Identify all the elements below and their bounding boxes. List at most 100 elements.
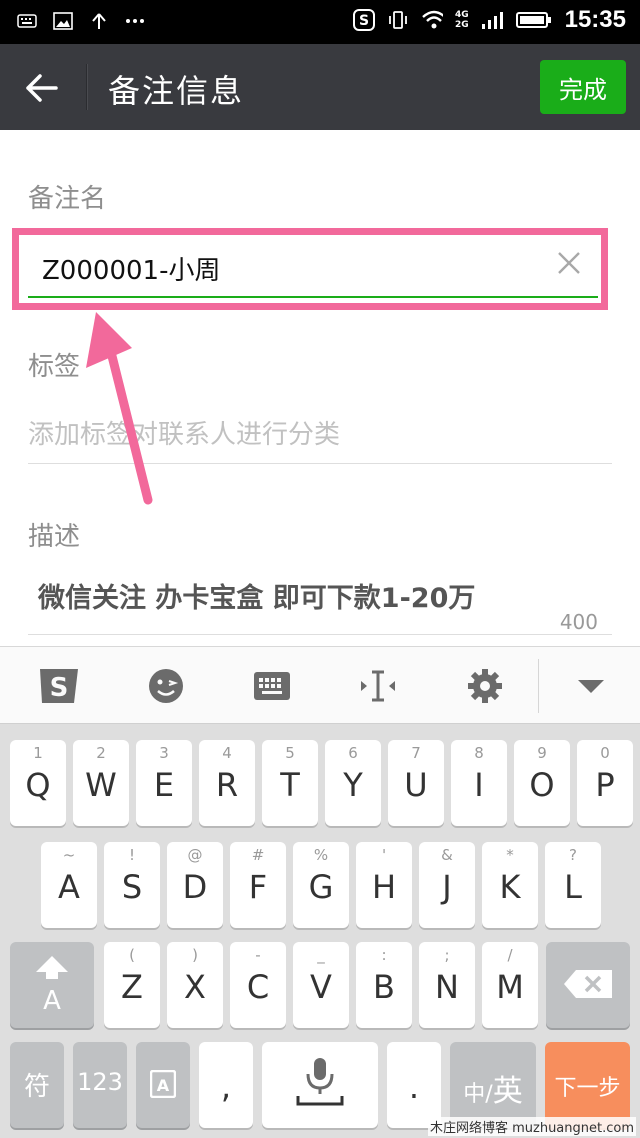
key-i[interactable]: 8I (451, 740, 507, 826)
page-title: 备注信息 (108, 72, 245, 110)
key-p[interactable]: 0P (577, 740, 633, 826)
status-time: 15:35 (564, 6, 626, 33)
key-secondary-label: * (506, 846, 514, 864)
settings-gear-icon[interactable] (460, 661, 510, 711)
key-b[interactable]: :B (356, 942, 412, 1028)
key-v[interactable]: _ V (293, 942, 349, 1028)
key-label: J (442, 868, 452, 906)
key-h[interactable]: ' H (356, 842, 412, 928)
key-secondary-label: 4 (222, 744, 232, 762)
key-secondary-label: & (441, 846, 453, 864)
key-label: W (85, 766, 117, 804)
key-label: I (474, 766, 484, 804)
key-z[interactable]: (Z (104, 942, 160, 1028)
key-label: C (246, 968, 270, 1006)
wifi-icon (421, 9, 443, 31)
key-c[interactable]: -C (230, 942, 286, 1028)
key-label: E (153, 766, 175, 804)
key-label: B (373, 968, 395, 1006)
key-label: O (529, 766, 555, 804)
cursor-icon[interactable] (353, 661, 403, 711)
collapse-down-icon[interactable] (566, 661, 616, 711)
signal-icon (481, 9, 503, 31)
key-u[interactable]: 7U (388, 740, 444, 826)
annotation-highlight-box (12, 228, 608, 310)
soft-keyboard: 1Q2W3E4R5T6Y7U8I9O0P ~ A! S @ D # F% G ' H & J * K? L … (0, 724, 640, 1138)
key-o[interactable]: 9O (514, 740, 570, 826)
shift-key[interactable]: A (10, 942, 94, 1028)
backspace-icon (564, 970, 612, 998)
key-secondary-label: 2 (96, 744, 106, 762)
key-g[interactable]: % G (293, 842, 349, 928)
backspace-key[interactable] (546, 942, 630, 1028)
shift-arrow-icon (36, 956, 68, 979)
key-secondary-label: ~ (62, 846, 76, 864)
key-secondary-label: 3 (159, 744, 169, 762)
lang-en-label: 英 (492, 1074, 523, 1109)
numbers-key[interactable]: 123 (73, 1042, 127, 1128)
key-secondary-label: _ (317, 946, 325, 964)
key-e[interactable]: 3E (136, 740, 192, 826)
key-secondary-label: # (251, 846, 265, 864)
space-voice-key[interactable] (262, 1042, 378, 1128)
key-secondary-label: 1 (33, 744, 43, 762)
handwriting-key[interactable]: A (136, 1042, 190, 1128)
key-label: N (435, 968, 459, 1006)
key-secondary-label: 6 (348, 744, 358, 762)
key-n[interactable]: ; N (419, 942, 475, 1028)
key-l[interactable]: ? L (545, 842, 601, 928)
sogou-logo-icon[interactable]: S (34, 661, 84, 711)
key-label: P (595, 766, 615, 804)
key-d[interactable]: @ D (167, 842, 223, 928)
key-q[interactable]: 1Q (10, 740, 66, 826)
key-label: H (371, 868, 397, 906)
tags-input[interactable]: 添加标签对联系人进行分类 (28, 414, 340, 451)
upload-icon (88, 10, 110, 32)
key-label: Z (121, 968, 143, 1006)
comma-key[interactable]: , (199, 1042, 253, 1128)
svg-text:S: S (359, 13, 369, 29)
key-x[interactable]: ) X (167, 942, 223, 1028)
key-s[interactable]: ! S (104, 842, 160, 928)
key-secondary-label: 8 (474, 744, 484, 762)
emoji-icon[interactable] (141, 661, 191, 711)
key-label: X (184, 968, 206, 1006)
key-secondary-label: @ (187, 846, 203, 864)
key-w[interactable]: 2W (73, 740, 129, 826)
key-label: V (310, 968, 332, 1006)
remark-name-label: 备注名 (28, 184, 107, 214)
battery-icon (515, 9, 553, 31)
key-f[interactable]: # F (230, 842, 286, 928)
key-y[interactable]: 6Y (325, 740, 381, 826)
key-j[interactable]: & J (419, 842, 475, 928)
tags-label: 标签 (28, 352, 81, 382)
symbol-key[interactable]: 符 (10, 1042, 64, 1128)
key-k[interactable]: * K (482, 842, 538, 928)
key-secondary-label: ? (569, 846, 577, 864)
period-key-label: . (408, 1068, 420, 1106)
status-left-icons (16, 10, 146, 32)
key-t[interactable]: 5T (262, 740, 318, 826)
back-button[interactable] (22, 68, 62, 108)
language-switch-label: 中/英 (450, 1066, 536, 1110)
next-step-key[interactable]: 下一步 (545, 1042, 630, 1128)
keyboard-layout-icon[interactable] (247, 661, 297, 711)
svg-text:S: S (50, 673, 69, 703)
key-secondary-label: ! (128, 846, 135, 864)
symbol-key-label: 符 (23, 1072, 50, 1102)
key-m[interactable]: / M (482, 942, 538, 1028)
key-secondary-label: 0 (600, 744, 610, 762)
key-a[interactable]: ~ A (41, 842, 97, 928)
keyboard-icon (16, 10, 38, 32)
done-button[interactable]: 完成 (540, 60, 626, 114)
key-r[interactable]: 4R (199, 740, 255, 826)
description-input[interactable]: 微信关注 办卡宝盒 即可下款1-20万 (38, 576, 475, 615)
key-secondary-label: : (381, 946, 387, 964)
tags-divider (28, 463, 612, 464)
key-secondary-label: ' (381, 846, 387, 864)
key-label: D (182, 868, 208, 906)
language-switch-key[interactable]: 中/英 (450, 1042, 536, 1128)
description-divider (28, 634, 612, 635)
period-key[interactable]: . (387, 1042, 441, 1128)
key-label: Q (25, 766, 51, 804)
